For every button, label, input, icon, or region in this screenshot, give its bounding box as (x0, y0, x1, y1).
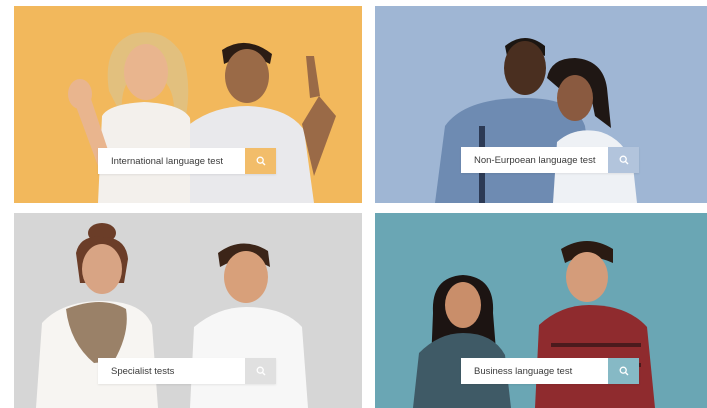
card-non-european-language-test[interactable]: Non-Eurpoean language test (375, 6, 707, 203)
search-icon (619, 366, 628, 376)
search-field[interactable]: Business language test (461, 358, 608, 384)
search-bar: Non-Eurpoean language test (461, 147, 639, 173)
search-button[interactable] (608, 147, 639, 173)
search-icon (256, 156, 265, 166)
search-bar: Business language test (461, 358, 639, 384)
test-category-grid: International language test Non-Eurpoean (0, 0, 707, 408)
card-specialist-tests[interactable]: Specialist tests (14, 213, 362, 408)
search-icon (619, 155, 628, 165)
couple-photo (375, 6, 707, 203)
search-field[interactable]: Non-Eurpoean language test (461, 147, 608, 173)
search-field[interactable]: International language test (98, 148, 245, 174)
search-button[interactable] (245, 148, 276, 174)
search-field[interactable]: Specialist tests (98, 358, 245, 384)
search-button[interactable] (608, 358, 639, 384)
search-icon (256, 366, 265, 376)
card-international-language-test[interactable]: International language test (14, 6, 362, 203)
search-bar: Specialist tests (98, 358, 276, 384)
card-business-language-test[interactable]: Business language test (375, 213, 707, 408)
search-button[interactable] (245, 358, 276, 384)
search-bar: International language test (98, 148, 276, 174)
